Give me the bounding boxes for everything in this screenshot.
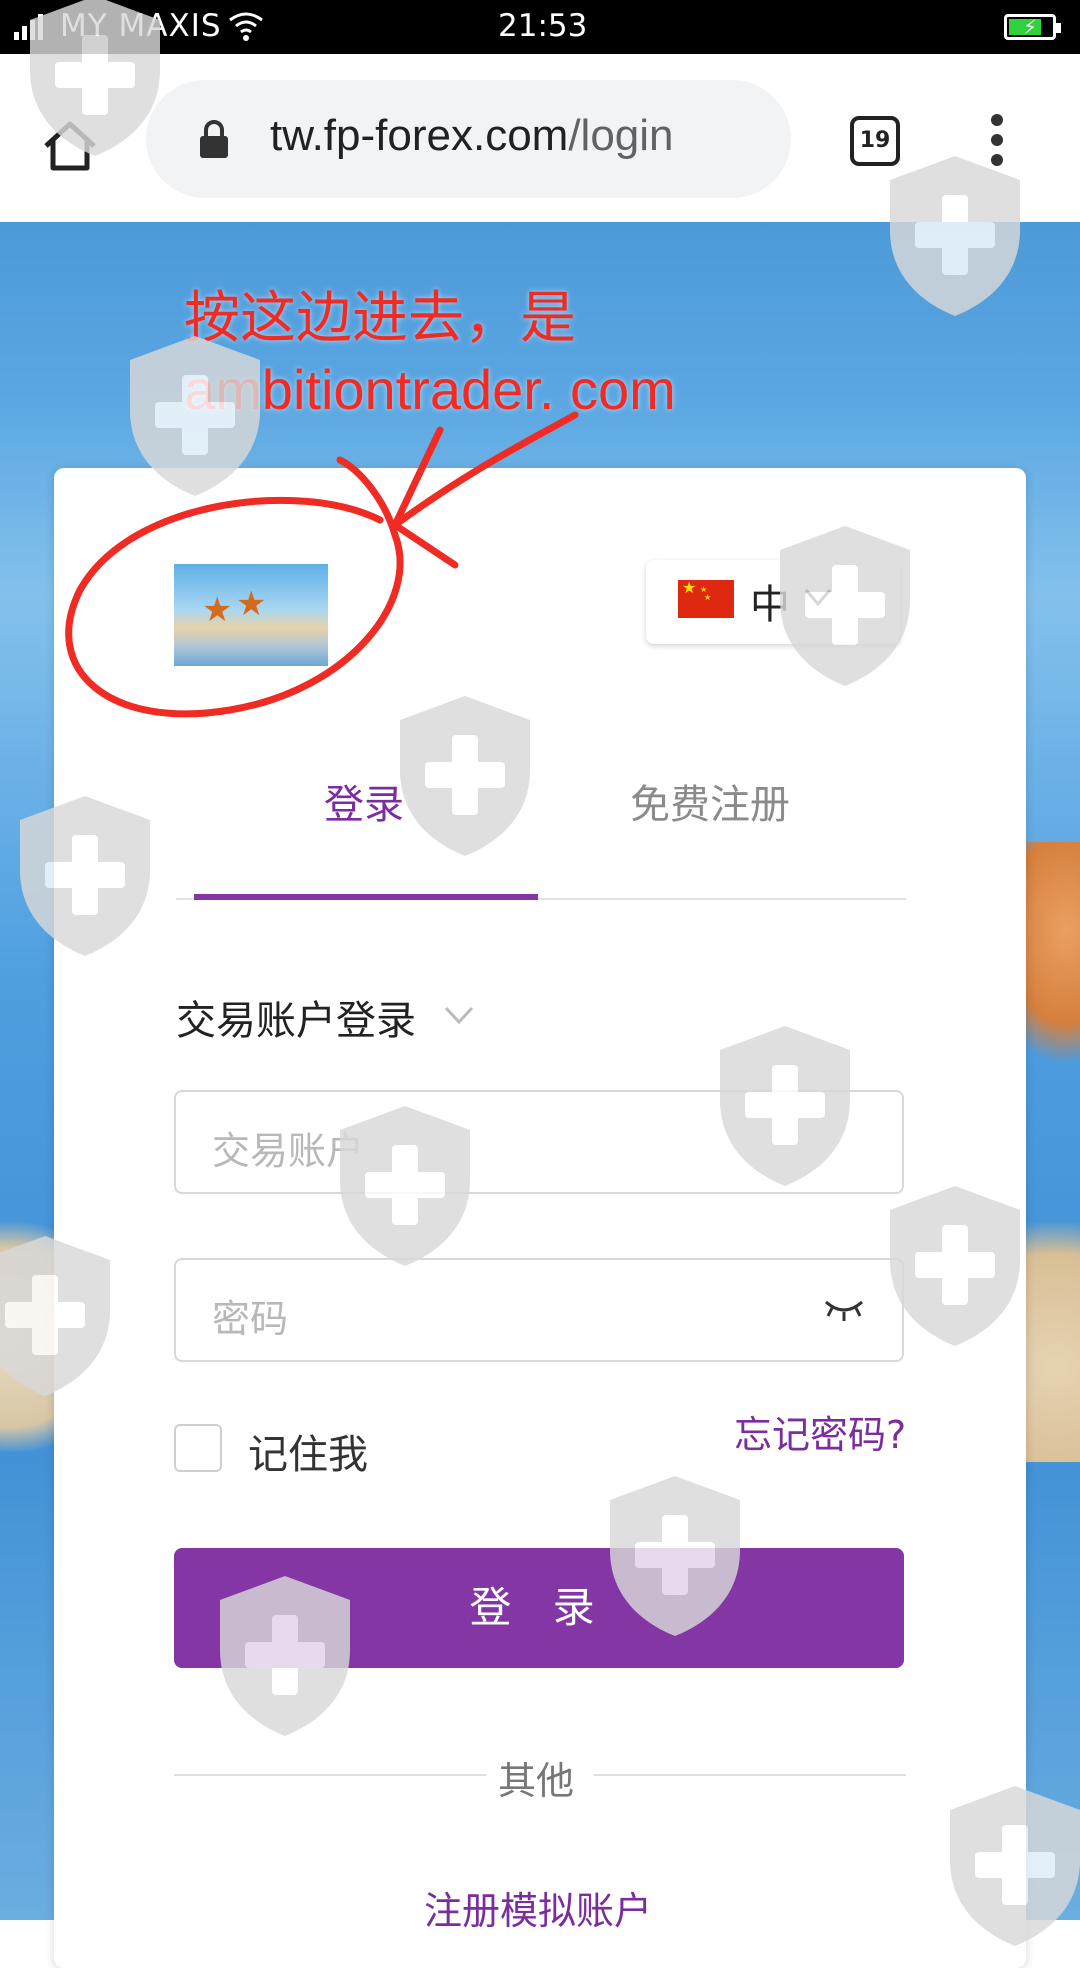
tabs-icon[interactable]: 19 [850,116,900,166]
browser-toolbar: tw.fp-forex.com/login 19 [0,54,1080,222]
register-demo-link[interactable]: 注册模拟账户 [424,1880,652,1935]
login-button[interactable]: 登 录 [174,1548,904,1668]
eye-closed-icon[interactable] [822,1296,866,1322]
starfish-icon: ★ [202,590,233,630]
divider-left [174,1774,486,1776]
signal-icon [14,14,54,40]
account-input[interactable]: 交易账户 [174,1090,904,1194]
clock: 21:53 [498,8,588,44]
password-placeholder: 密码 [212,1297,289,1341]
more-vert-icon[interactable] [984,114,1010,172]
site-logo[interactable]: ★ ★ [174,564,328,666]
address-bar[interactable]: tw.fp-forex.com/login [146,80,791,198]
starfish-icon: ★ [236,584,267,624]
china-flag-icon: ★ ★ ★ [678,580,734,618]
account-placeholder: 交易账户 [212,1129,365,1173]
annotation-text: 按这边进去，是 ambitiontrader. com [184,282,676,426]
chevron-down-icon [804,589,832,607]
carrier-name: MY MAXIS [60,8,222,44]
status-bar: MY MAXIS 21:53 ⚡ [0,0,1080,54]
chevron-down-icon[interactable] [442,1000,476,1028]
active-tab-indicator [194,894,538,900]
url-text: tw.fp-forex.com/login [270,111,674,161]
annotation-line-2: ambitiontrader. com [184,358,676,421]
tab-login[interactable]: 登录 [324,772,404,830]
home-icon[interactable] [40,116,100,176]
password-input[interactable]: 密码 [174,1258,904,1362]
url-host: tw.fp-forex.com [270,111,569,160]
remember-me-checkbox[interactable] [174,1424,222,1472]
wifi-icon [229,12,263,41]
language-selector[interactable]: ★ ★ ★ 中 [646,560,900,644]
divider-right [594,1774,906,1776]
remember-me-label[interactable]: 记住我 [248,1422,368,1480]
lock-icon [200,120,228,158]
account-type-selector[interactable]: 交易账户登录 [176,988,416,1046]
other-label: 其他 [498,1759,575,1803]
url-path: /login [568,111,674,160]
forgot-password-link[interactable]: 忘记密码? [734,1404,906,1459]
login-card: ★ ★ ★ ★ ★ 中 登录 免费注册 交易账户登录 交易账户 密码 记住我 忘… [54,468,1026,1968]
tab-register[interactable]: 免费注册 [630,772,790,830]
language-label: 中 [750,582,790,628]
battery-icon: ⚡ [1004,14,1061,40]
annotation-line-1: 按这边进去，是 [184,286,576,349]
